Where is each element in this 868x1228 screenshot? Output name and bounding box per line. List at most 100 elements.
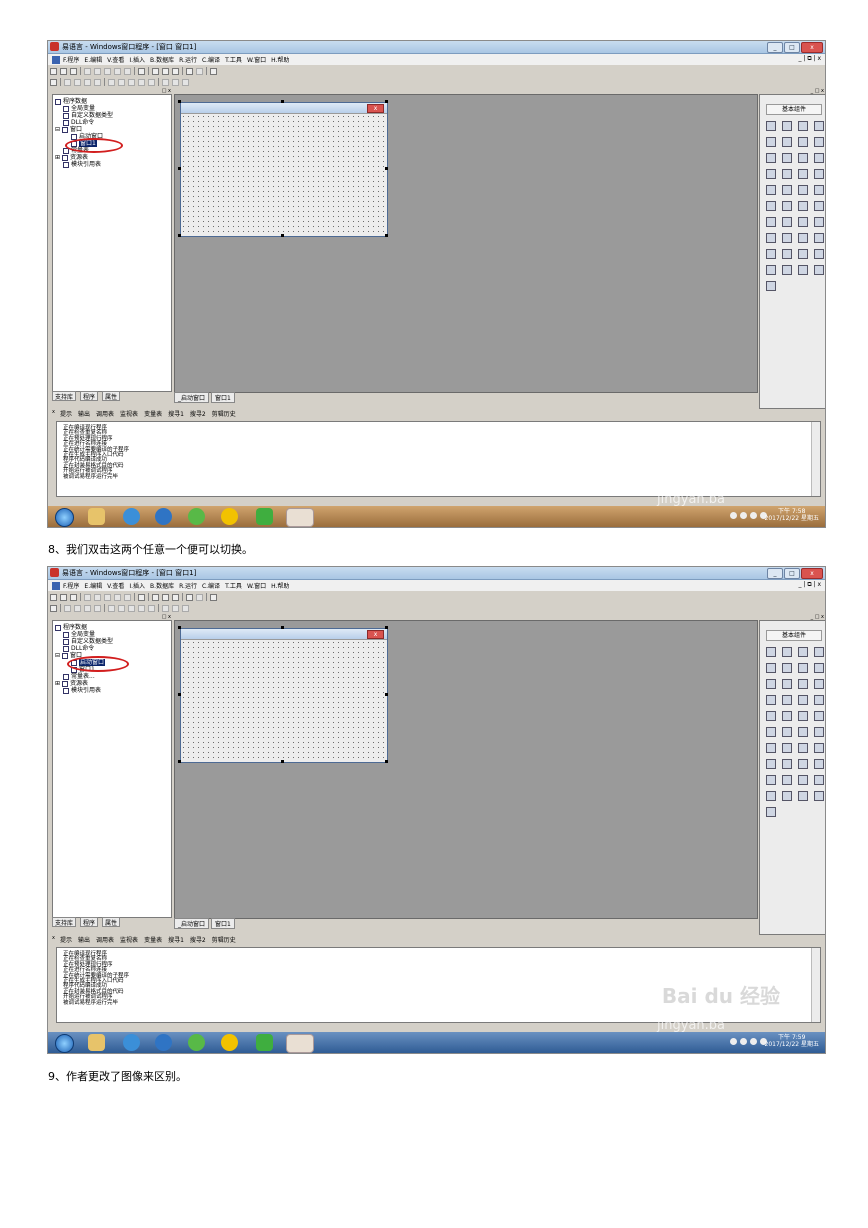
menu-window[interactable]: W.窗口: [247, 55, 266, 64]
paste-icon[interactable]: [104, 67, 111, 75]
clock[interactable]: 下午 7:59 2017/12/22 星期五: [765, 1034, 820, 1048]
component-icon[interactable]: [814, 169, 824, 179]
menu-edit[interactable]: E.编辑: [84, 581, 102, 590]
tree-node[interactable]: 常量表...: [63, 673, 95, 680]
menu-view[interactable]: V.查看: [107, 55, 124, 64]
component-icon[interactable]: [814, 265, 824, 275]
component-icon[interactable]: [766, 647, 776, 657]
browser360-icon[interactable]: [188, 1034, 205, 1051]
redo-icon[interactable]: [124, 593, 131, 601]
component-icon[interactable]: [814, 185, 824, 195]
align-icon[interactable]: [64, 604, 71, 612]
undo-icon[interactable]: [114, 67, 121, 75]
menu-run[interactable]: R.运行: [179, 55, 197, 64]
tab-tips[interactable]: 提示: [60, 409, 72, 418]
close-button[interactable]: x: [801, 42, 823, 53]
minimize-button[interactable]: _: [767, 568, 783, 579]
eyuyan-task-icon[interactable]: [286, 1034, 314, 1053]
iqiyi-icon[interactable]: [256, 508, 273, 525]
panel-controls[interactable]: _ □ x: [811, 614, 824, 620]
layout-icon[interactable]: [152, 67, 159, 75]
component-icon[interactable]: [798, 775, 808, 785]
align-icon[interactable]: [94, 78, 101, 86]
cut-icon[interactable]: [84, 593, 91, 601]
tree-node[interactable]: 模块引用表: [63, 161, 101, 168]
app-icon[interactable]: [221, 1034, 238, 1051]
tab-clip-history[interactable]: 剪辑历史: [212, 409, 236, 418]
menu-window[interactable]: W.窗口: [247, 581, 266, 590]
tab-clip-history[interactable]: 剪辑历史: [212, 935, 236, 944]
align-icon[interactable]: [64, 78, 71, 86]
component-icon[interactable]: [798, 743, 808, 753]
new-icon[interactable]: [50, 67, 57, 75]
component-icon[interactable]: [782, 265, 792, 275]
tree-node[interactable]: 程序数据: [55, 98, 87, 105]
panel-controls[interactable]: x: [52, 935, 55, 941]
tab-output[interactable]: 输出: [78, 409, 90, 418]
menu-program[interactable]: F.程序: [63, 581, 79, 590]
menu-help[interactable]: H.帮助: [271, 55, 289, 64]
tab-variables[interactable]: 变量表: [144, 409, 162, 418]
align-icon[interactable]: [84, 604, 91, 612]
align-icon[interactable]: [172, 604, 179, 612]
component-icon[interactable]: [782, 185, 792, 195]
start-button[interactable]: [55, 1034, 74, 1053]
open-icon[interactable]: [60, 593, 67, 601]
component-icon[interactable]: [814, 775, 824, 785]
component-icon[interactable]: [798, 217, 808, 227]
layout-icon[interactable]: [152, 593, 159, 601]
panel-controls[interactable]: x: [52, 409, 55, 415]
component-icon[interactable]: [798, 137, 808, 147]
align-icon[interactable]: [182, 604, 189, 612]
component-icon[interactable]: [798, 121, 808, 131]
component-icon[interactable]: [766, 727, 776, 737]
explorer-icon[interactable]: [88, 1034, 105, 1051]
menu-run[interactable]: R.运行: [179, 581, 197, 590]
scrollbar[interactable]: [811, 422, 820, 496]
menu-tools[interactable]: T.工具: [225, 581, 242, 590]
component-icon[interactable]: [782, 695, 792, 705]
copy-icon[interactable]: [94, 593, 101, 601]
form-window[interactable]: x: [180, 628, 388, 763]
component-icon[interactable]: [766, 185, 776, 195]
component-icon[interactable]: [766, 663, 776, 673]
component-icon[interactable]: [798, 153, 808, 163]
component-icon[interactable]: [798, 265, 808, 275]
component-icon[interactable]: [782, 153, 792, 163]
tree-node[interactable]: ⊞ 资源表: [55, 680, 88, 687]
scrollbar[interactable]: [811, 948, 820, 1022]
menu-insert[interactable]: I.插入: [129, 581, 145, 590]
component-icon[interactable]: [798, 201, 808, 211]
component-icon[interactable]: [814, 663, 824, 673]
undo-icon[interactable]: [114, 593, 121, 601]
stop-icon[interactable]: [196, 67, 203, 75]
menu-compile[interactable]: C.编译: [202, 581, 220, 590]
component-icon[interactable]: [766, 121, 776, 131]
component-icon[interactable]: [782, 121, 792, 131]
component-icon[interactable]: [766, 791, 776, 801]
component-icon[interactable]: [814, 647, 824, 657]
component-icon[interactable]: [766, 679, 776, 689]
component-icon[interactable]: [814, 249, 824, 259]
component-icon[interactable]: [782, 249, 792, 259]
component-icon[interactable]: [766, 153, 776, 163]
align-icon[interactable]: [138, 78, 145, 86]
align-icon[interactable]: [148, 604, 155, 612]
menu-database[interactable]: B.数据库: [150, 55, 174, 64]
tree-node[interactable]: 全局变量: [63, 631, 95, 638]
tab-search2[interactable]: 搜寻2: [190, 409, 206, 418]
eyuyan-task-icon[interactable]: [286, 508, 314, 527]
layout-icon[interactable]: [172, 67, 179, 75]
tab-call-stack[interactable]: 调用表: [96, 409, 114, 418]
form-canvas[interactable]: [181, 640, 387, 762]
tree-node[interactable]: 自定义数据类型: [63, 638, 113, 645]
component-icon[interactable]: [798, 249, 808, 259]
layout-icon[interactable]: [162, 67, 169, 75]
tree-node[interactable]: DLL命令: [63, 645, 94, 652]
tab-search1[interactable]: 搜寻1: [168, 409, 184, 418]
component-icon[interactable]: [798, 233, 808, 243]
component-icon[interactable]: [782, 137, 792, 147]
component-icon[interactable]: [766, 137, 776, 147]
menu-tools[interactable]: T.工具: [225, 55, 242, 64]
tab-watch[interactable]: 监视表: [120, 935, 138, 944]
